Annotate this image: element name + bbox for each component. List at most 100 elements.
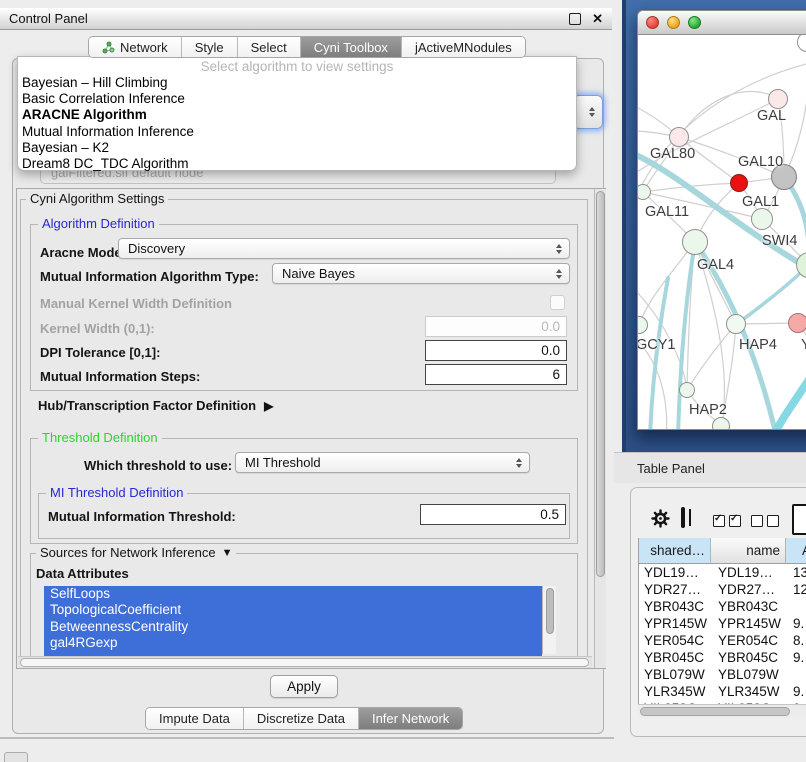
algorithm-option-aracne-algorithm[interactable]: ARACNE Algorithm: [18, 107, 576, 123]
table-row[interactable]: YDL19…YDL19…13: [639, 564, 806, 581]
network-node-hap4[interactable]: [726, 314, 746, 334]
combo-arrows-icon: [556, 269, 562, 279]
column-header-1[interactable]: name: [711, 538, 786, 564]
network-node-gal80[interactable]: [669, 127, 689, 147]
tab-cyni-toolbox[interactable]: Cyni Toolbox: [300, 37, 401, 57]
table-cell: YBR045C: [711, 649, 786, 666]
control-panel-titlebar[interactable]: Control Panel: [0, 8, 612, 30]
kernel-width-field[interactable]: 0.0: [425, 316, 567, 337]
node-table: shared…nameA YDL19…YDL19…13YDR27…YDR27…1…: [638, 538, 806, 704]
control-panel-title: Control Panel: [9, 11, 569, 26]
settings-horizontal-scrollbar[interactable]: [18, 656, 592, 668]
network-node[interactable]: [712, 417, 730, 430]
dpi-tolerance-field[interactable]: 0.0: [425, 340, 567, 361]
attribute-option[interactable]: BetweennessCentrality: [44, 619, 542, 635]
scrollbar-thumb[interactable]: [640, 707, 790, 716]
split-columns-icon[interactable]: [681, 507, 685, 528]
algorithm-option-basic-correlation-inference[interactable]: Basic Correlation Inference: [18, 91, 576, 107]
network-icon: [102, 41, 115, 54]
scrollbar-thumb[interactable]: [596, 191, 605, 577]
mi-threshold-label: Mutual Information Threshold:: [48, 510, 236, 524]
node-label: GAL1: [742, 194, 779, 210]
table-row[interactable]: YER054CYER054C8.: [639, 632, 806, 649]
mi-algorithm-type-select[interactable]: Naive Bayes: [272, 263, 570, 284]
column-header-0[interactable]: shared…: [639, 538, 711, 564]
mi-threshold-field[interactable]: 0.5: [420, 504, 566, 525]
close-window-icon[interactable]: [646, 16, 659, 29]
table-cell: 9.: [786, 683, 806, 700]
mi-steps-label: Mutual Information Steps:: [40, 370, 200, 384]
combo-arrows-icon: [516, 458, 522, 468]
algorithm-option-bayesian-hill-climbing[interactable]: Bayesian – Hill Climbing: [18, 75, 576, 91]
select-all-icon[interactable]: [713, 514, 745, 532]
apply-button[interactable]: Apply: [270, 675, 338, 698]
network-canvas[interactable]: GALGAL80GAL10GAL1GAL11GAL4SWI4GCY1HAP4YH…: [638, 35, 806, 430]
scrollbar-thumb[interactable]: [546, 588, 554, 634]
attribute-option[interactable]: SelfLoops: [44, 586, 542, 602]
table-row[interactable]: YBR043CYBR043C: [639, 598, 806, 615]
attributes-scrollbar[interactable]: [542, 586, 556, 654]
mi-algorithm-type-value: Naive Bayes: [282, 266, 355, 281]
tab-jactivemnodules[interactable]: jActiveMNodules: [401, 37, 525, 57]
tab-infer-network[interactable]: Infer Network: [358, 708, 462, 729]
close-panel-icon[interactable]: [592, 14, 603, 24]
tab-discretize-data[interactable]: Discretize Data: [243, 708, 358, 729]
network-node[interactable]: [730, 174, 748, 192]
manual-kernel-checkbox[interactable]: [550, 295, 565, 310]
tab-impute-data[interactable]: Impute Data: [146, 708, 243, 729]
table-horizontal-scrollbar[interactable]: [638, 704, 806, 718]
column-header-2[interactable]: A: [786, 538, 806, 564]
network-node-hap2[interactable]: [679, 382, 695, 398]
network-node-gal4[interactable]: [682, 229, 708, 255]
table-panel-box: shared…nameA YDL19…YDL19…13YDR27…YDR27…1…: [630, 487, 806, 737]
dpi-tolerance-label: DPI Tolerance [0,1]:: [40, 346, 160, 360]
table-cell: YLR345W: [639, 683, 711, 700]
algorithm-option-dream8-dc-tdc-algorithm[interactable]: Dream8 DC_TDC Algorithm: [18, 156, 576, 172]
desktop-edge: [622, 0, 626, 452]
attribute-option[interactable]: TopologicalCoefficient: [44, 602, 542, 618]
table-row[interactable]: YBR045CYBR045C9.: [639, 649, 806, 666]
table-cell: 13: [786, 564, 806, 581]
tab-select[interactable]: Select: [237, 37, 300, 57]
network-view-window[interactable]: GALGAL80GAL10GAL1GAL11GAL4SWI4GCY1HAP4YH…: [637, 10, 806, 430]
network-node-gal[interactable]: [768, 89, 788, 109]
scrollbar-thumb[interactable]: [20, 658, 589, 667]
algorithm-option-mutual-information-inference[interactable]: Mutual Information Inference: [18, 124, 576, 140]
float-panel-icon[interactable]: [569, 13, 581, 25]
network-node-gal1[interactable]: [751, 208, 773, 230]
which-threshold-select[interactable]: MI Threshold: [235, 452, 530, 473]
table-row[interactable]: YPR145WYPR145W9.: [639, 615, 806, 632]
minimized-panel-icon[interactable]: [4, 752, 28, 762]
zoom-window-icon[interactable]: [688, 16, 701, 29]
tab-label: Network: [120, 40, 168, 55]
tab-label: Style: [195, 40, 224, 55]
mi-steps-field[interactable]: 6: [425, 364, 567, 385]
node-label: GCY1: [638, 337, 676, 353]
table-cell: 12: [786, 581, 806, 598]
algorithm-combo-fragment[interactable]: [573, 95, 603, 129]
minimize-window-icon[interactable]: [667, 16, 680, 29]
table-cell: [786, 666, 806, 683]
node-label: GAL: [757, 108, 786, 124]
tab-network[interactable]: Network: [89, 37, 181, 57]
network-node-y[interactable]: [788, 313, 806, 333]
tab-style[interactable]: Style: [181, 37, 237, 57]
sources-collapse-toggle[interactable]: Sources for Network Inference: [36, 546, 236, 560]
aracne-mode-select[interactable]: Discovery: [118, 238, 570, 259]
table-row[interactable]: YLR345WYLR345W9.: [639, 683, 806, 700]
table-cell: YDR27…: [639, 581, 711, 598]
attribute-option[interactable]: gal4RGexp: [44, 635, 542, 651]
table-cell: YER054C: [639, 632, 711, 649]
table-row[interactable]: YDR27…YDR27…12: [639, 581, 806, 598]
which-threshold-label: Which threshold to use:: [84, 459, 232, 473]
table-panel-header: Table Panel: [614, 452, 806, 483]
network-window-titlebar[interactable]: [638, 11, 806, 35]
hub-definition-expander[interactable]: Hub/Transcription Factor Definition: [38, 399, 273, 413]
gear-icon[interactable]: [651, 509, 670, 533]
deselect-all-icon[interactable]: [751, 514, 783, 532]
settings-vertical-scrollbar[interactable]: [594, 189, 606, 668]
new-table-icon[interactable]: [792, 504, 806, 535]
table-row[interactable]: YBL079WYBL079W: [639, 666, 806, 683]
mi-threshold-group-title: MI Threshold Definition: [46, 486, 187, 500]
algorithm-option-bayesian-k2[interactable]: Bayesian – K2: [18, 140, 576, 156]
